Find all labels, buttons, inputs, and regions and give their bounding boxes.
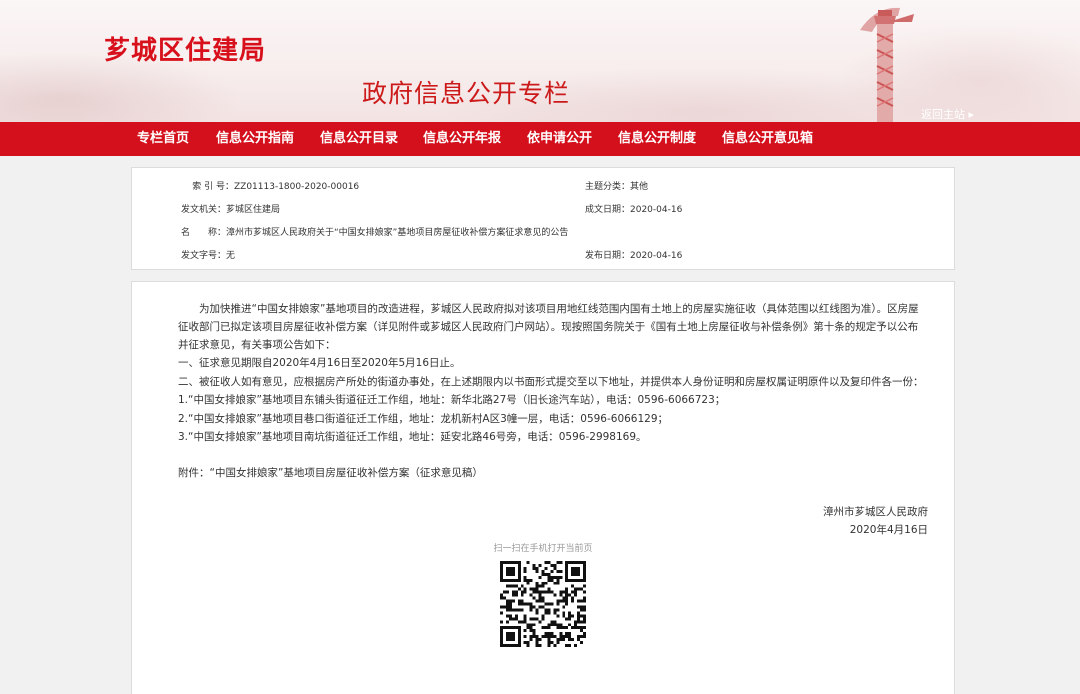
meta-index-value: ZZ01113-1800-2020-00016 xyxy=(234,182,360,192)
qr-caption: 扫一扫在手机打开当前页 xyxy=(493,544,593,554)
header-banner: 芗城区住建局 政府信息公开专栏 返回主站 ▸ xyxy=(0,0,1080,122)
meta-issuer: 发文机关：芗城区住建局 xyxy=(176,202,280,215)
intro-paragraph: 为加快推进“中国女排娘家”基地项目的改造进程，芗城区人民政府拟对该项目用地红线范… xyxy=(178,303,919,351)
meta-published-value: 2020-04-16 xyxy=(630,251,683,261)
meta-name-value: 漳州市芗城区人民政府关于“中国女排娘家”基地项目房屋征收补偿方案征求意见的公告 xyxy=(226,228,569,238)
meta-issuer-value: 芗城区住建局 xyxy=(226,205,281,215)
meta-topic-value: 其他 xyxy=(630,182,649,192)
item-1: 一、征求意见期限自2020年4月16日至2020年5月16日止。 xyxy=(178,354,461,372)
column-title: 政府信息公开专栏 xyxy=(362,79,571,108)
meta-docno-label: 发文字号： xyxy=(180,251,226,261)
meta-name-label: 名 称： xyxy=(180,228,226,238)
meta-index-label: 索 引 号： xyxy=(192,182,234,192)
nav-item-home[interactable]: 专栏首页 xyxy=(137,122,189,156)
nav-item-rules[interactable]: 信息公开制度 xyxy=(618,122,696,156)
address-2: 2.“中国女排娘家”基地项目巷口街道征迁工作组，地址：龙机新村A区3幢一层，电话… xyxy=(178,413,669,425)
site-name: 芗城区住建局 xyxy=(104,36,267,66)
meta-created-value: 2020-04-16 xyxy=(630,205,683,215)
meta-issuer-label: 发文机关： xyxy=(180,205,226,215)
attachment-link[interactable]: 附件：“中国女排娘家”基地项目房屋征收补偿方案（征求意见稿） xyxy=(178,464,483,482)
item-1-text: 一、征求意见期限自2020年4月16日至2020年5月16日止。 xyxy=(178,357,461,369)
meta-docno-value: 无 xyxy=(226,251,236,261)
signature-date: 2020年4月16日 xyxy=(849,524,928,536)
meta-created: 成文日期：2020-04-16 xyxy=(580,202,682,215)
document-content: 为加快推进“中国女排娘家”基地项目的改造进程，芗城区人民政府拟对该项目用地红线范… xyxy=(131,281,955,694)
meta-published-label: 发布日期： xyxy=(584,251,630,261)
meta-created-label: 成文日期： xyxy=(584,205,630,215)
nav-item-annual-report[interactable]: 信息公开年报 xyxy=(423,122,501,156)
qr-code-icon xyxy=(500,561,586,647)
return-home-link[interactable]: 返回主站 ▸ xyxy=(921,106,974,122)
nav-item-catalog[interactable]: 信息公开目录 xyxy=(320,122,398,156)
item-2: 二、被征收人如有意见，应根据房产所处的街道办事处，在上述期限内以书面形式提交至以… xyxy=(178,376,924,388)
main-nav: 专栏首页 信息公开指南 信息公开目录 信息公开年报 依申请公开 信息公开制度 信… xyxy=(0,122,1080,156)
address-1: 1.“中国女排娘家”基地项目东铺头街道征迁工作组，地址：新华北路27号（旧长途汽… xyxy=(178,394,726,406)
nav-item-apply[interactable]: 依申请公开 xyxy=(527,122,592,156)
meta-name: 名 称：漳州市芗城区人民政府关于“中国女排娘家”基地项目房屋征收补偿方案征求意见… xyxy=(176,225,568,238)
meta-docno: 发文字号：无 xyxy=(176,248,235,261)
document-meta-panel: 索 引 号：ZZ01113-1800-2020-00016 主题分类：其他 发文… xyxy=(131,167,955,270)
huabiao-pillar-icon xyxy=(860,7,914,122)
nav-item-feedback[interactable]: 信息公开意见箱 xyxy=(722,122,813,156)
address-3: 3.“中国女排娘家”基地项目南坑街道征迁工作组，地址：延安北路46号旁，电话：0… xyxy=(178,431,647,443)
meta-topic: 主题分类：其他 xyxy=(580,179,648,192)
meta-index: 索 引 号：ZZ01113-1800-2020-00016 xyxy=(184,179,359,192)
signature-org: 漳州市芗城区人民政府 xyxy=(823,506,928,518)
meta-topic-label: 主题分类： xyxy=(584,182,630,192)
nav-item-guide[interactable]: 信息公开指南 xyxy=(216,122,294,156)
meta-published: 发布日期：2020-04-16 xyxy=(580,248,682,261)
